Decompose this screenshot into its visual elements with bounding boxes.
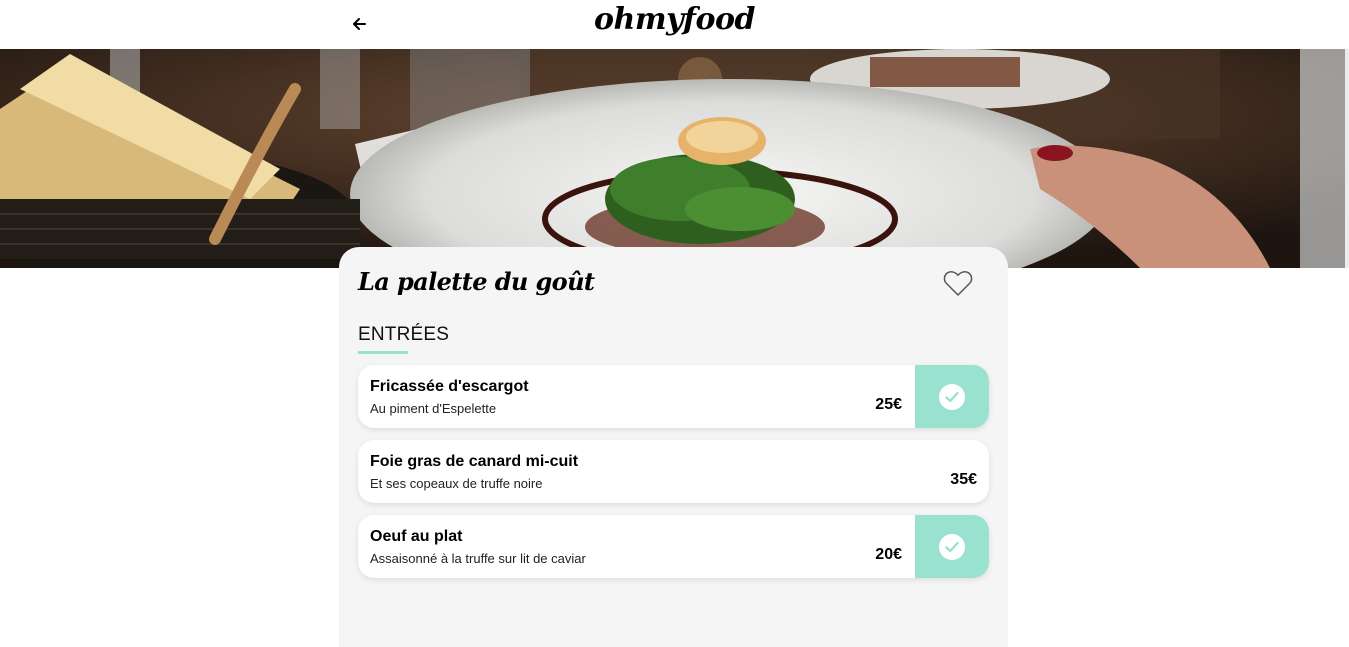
dish-price: 35€ (950, 471, 977, 488)
menu-item[interactable]: Fricassée d'escargot Au piment d'Espelet… (358, 365, 989, 428)
menu-item[interactable]: Foie gras de canard mi-cuit Et ses copea… (358, 440, 989, 503)
dish-price: 20€ (875, 546, 902, 563)
dish-description: Assaisonné à la truffe sur lit de caviar (370, 551, 586, 566)
restaurant-name: La palette du goût (358, 267, 595, 296)
dish-name: Oeuf au plat (370, 528, 463, 545)
checkmark-icon (945, 391, 959, 402)
section-underline (358, 351, 408, 354)
dish-description: Au piment d'Espelette (370, 401, 497, 416)
favorite-button[interactable] (943, 269, 973, 297)
dish-price: 25€ (875, 396, 902, 413)
checkmark-icon (945, 541, 959, 552)
dish-name: Fricassée d'escargot (370, 378, 529, 395)
selected-indicator (915, 365, 989, 428)
restaurant-card: La palette du goût ENTRÉES Fricassée d'e… (339, 247, 1008, 647)
hero-image (0, 49, 1349, 268)
app-logo[interactable]: ohmyfood (0, 2, 1349, 37)
dish-description: Et ses copeaux de truffe noire (370, 476, 543, 491)
scrollbar[interactable] (1345, 49, 1349, 268)
menu-item[interactable]: Oeuf au plat Assaisonné à la truffe sur … (358, 515, 989, 578)
selected-indicator (915, 515, 989, 578)
menu-list: Fricassée d'escargot Au piment d'Espelet… (358, 365, 989, 590)
top-header: ohmyfood (0, 0, 1349, 49)
dish-name: Foie gras de canard mi-cuit (370, 453, 579, 470)
section-title: ENTRÉES (358, 324, 450, 345)
heart-outline-icon (943, 271, 973, 296)
